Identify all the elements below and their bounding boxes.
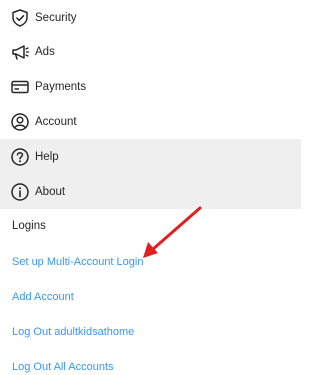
menu-item-label: Security — [35, 11, 77, 24]
menu-item-about[interactable]: About — [0, 174, 301, 209]
info-icon — [11, 182, 29, 201]
shield-check-icon — [12, 8, 28, 27]
add-account-link[interactable]: Add Account — [12, 291, 74, 303]
menu-item-security[interactable]: Security — [0, 0, 301, 35]
menu-item-payments[interactable]: Payments — [0, 69, 301, 104]
menu-item-label: Account — [35, 115, 77, 128]
setup-multi-account-login-link[interactable]: Set up Multi-Account Login — [12, 256, 143, 268]
menu-item-label: About — [35, 185, 66, 198]
menu-item-label: Ads — [35, 45, 55, 58]
menu-item-account[interactable]: Account — [0, 104, 301, 139]
credit-card-icon — [11, 80, 29, 93]
megaphone-icon — [12, 44, 30, 60]
logins-section-title: Logins — [12, 220, 46, 232]
menu-item-help[interactable]: Help — [0, 139, 301, 174]
menu-item-ads[interactable]: Ads — [0, 34, 301, 69]
menu-item-label: Help — [35, 150, 59, 163]
account-icon — [11, 112, 29, 131]
log-out-all-accounts-link[interactable]: Log Out All Accounts — [12, 361, 114, 373]
help-icon — [11, 147, 29, 166]
menu-item-label: Payments — [35, 80, 87, 93]
log-out-user-link[interactable]: Log Out adultkidsathome — [12, 326, 134, 338]
